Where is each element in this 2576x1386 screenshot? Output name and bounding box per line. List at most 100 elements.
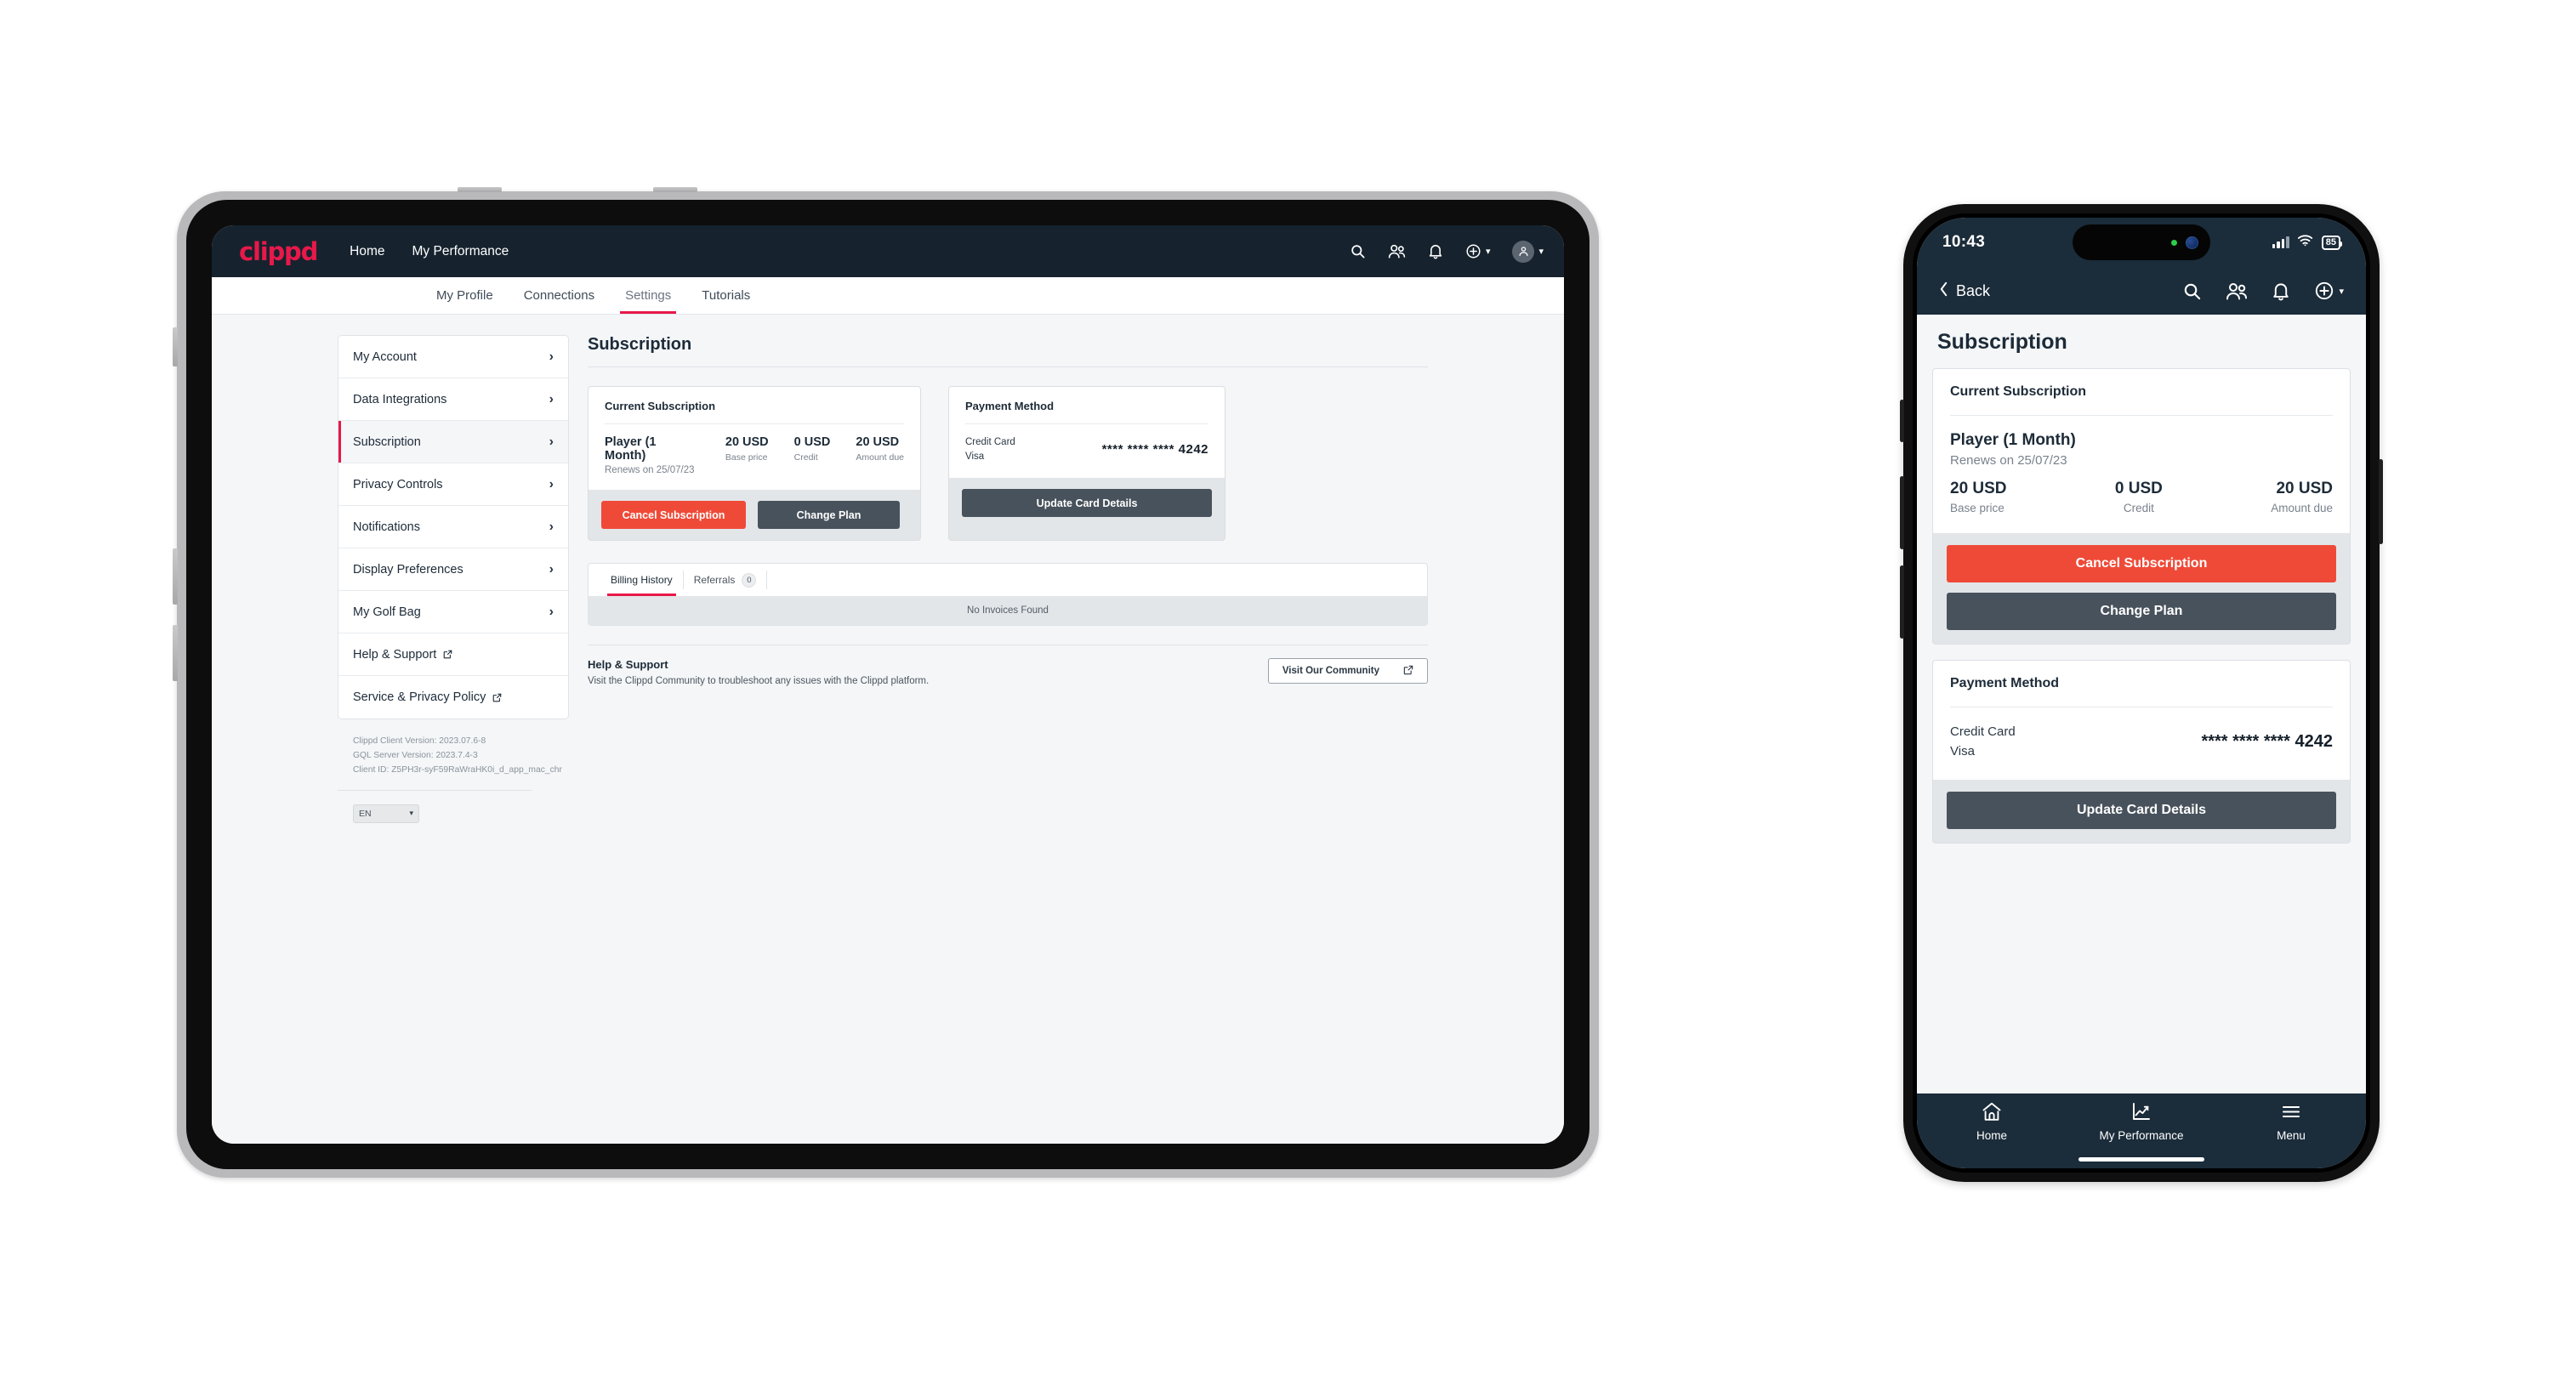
settings-sidebar: My Account › Data Integrations › Subscri…	[212, 335, 569, 1144]
tab-label: Menu	[2277, 1129, 2306, 1142]
visit-community-label: Visit Our Community	[1282, 666, 1379, 676]
plus-circle-icon[interactable]: ▾	[2314, 281, 2344, 301]
page-title-divider	[588, 366, 1428, 367]
sidebar-item-help-support[interactable]: Help & Support	[338, 633, 568, 676]
sidebar-item-data-integrations[interactable]: Data Integrations ›	[338, 378, 568, 421]
update-card-details-button[interactable]: Update Card Details	[962, 489, 1212, 518]
chevron-right-icon: ›	[549, 561, 554, 577]
update-card-details-button[interactable]: Update Card Details	[1947, 792, 2336, 829]
nav-item-home[interactable]: Home	[350, 244, 384, 259]
chevron-right-icon: ›	[549, 519, 554, 534]
payment-method-card: Payment Method Credit Card Visa **** ***…	[948, 386, 1225, 541]
search-icon[interactable]	[2182, 281, 2202, 301]
tab-referrals[interactable]: Referrals 0	[684, 564, 767, 596]
payment-brand: Visa	[965, 451, 985, 462]
back-button[interactable]: Back	[1939, 281, 1990, 301]
payment-kind: Credit Card Visa	[1950, 723, 2016, 761]
tab-billing-history[interactable]: Billing History	[600, 564, 683, 596]
card-number-masked: **** **** **** 4242	[2201, 732, 2333, 751]
tablet-top-button-1[interactable]	[458, 187, 502, 192]
sidebar-item-label: Privacy Controls	[353, 477, 443, 491]
cancel-subscription-button[interactable]: Cancel Subscription	[601, 501, 746, 529]
front-camera-icon	[2186, 236, 2198, 249]
sidebar-item-display-preferences[interactable]: Display Preferences ›	[338, 548, 568, 591]
sidebar-item-service-privacy-policy[interactable]: Service & Privacy Policy	[338, 676, 568, 719]
cancel-subscription-button[interactable]: Cancel Subscription	[1947, 545, 2336, 582]
screenshot-stage: clippd Home My Performance ▾ ▾ My Profil…	[0, 0, 2576, 1386]
chart-icon	[2130, 1101, 2152, 1125]
sidebar-item-my-golf-bag[interactable]: My Golf Bag ›	[338, 591, 568, 633]
tablet-side-button-1[interactable]	[173, 327, 178, 366]
avatar-icon	[1512, 240, 1535, 263]
current-subscription-body: Current Subscription Player (1 Month) Re…	[589, 387, 920, 490]
tablet-top-button-2[interactable]	[653, 187, 697, 192]
sidebar-item-subscription[interactable]: Subscription ›	[338, 421, 568, 463]
clippd-logo[interactable]: clippd	[239, 237, 318, 266]
tab-settings[interactable]: Settings	[610, 277, 686, 314]
tablet-bezel: clippd Home My Performance ▾ ▾ My Profil…	[186, 200, 1589, 1169]
metric-value: 20 USD	[2276, 480, 2333, 497]
subscription-summary: Player (1 Month) Renews on 25/07/23 20 U…	[605, 435, 904, 475]
people-icon[interactable]	[2226, 281, 2248, 301]
change-plan-button[interactable]: Change Plan	[758, 501, 900, 529]
tab-my-performance[interactable]: My Performance	[2067, 1101, 2216, 1142]
home-indicator[interactable]	[1917, 1150, 2366, 1168]
bell-icon[interactable]	[1428, 243, 1443, 259]
tablet-volume-down-button[interactable]	[173, 625, 178, 681]
card-number-masked: **** **** **** 4242	[1101, 442, 1208, 457]
metric-label: Credit	[793, 452, 818, 463]
phone-volume-up-button[interactable]	[1900, 476, 1904, 549]
tab-tutorials[interactable]: Tutorials	[686, 277, 765, 314]
tab-home[interactable]: Home	[1917, 1101, 2067, 1142]
battery-percent: 85	[2325, 237, 2336, 247]
card-divider	[1950, 415, 2333, 416]
tab-label: Home	[1976, 1129, 2007, 1142]
payment-method-body: Payment Method Credit Card Visa **** ***…	[949, 387, 1225, 479]
people-icon[interactable]	[1388, 243, 1406, 259]
metric-label: Amount due	[2271, 502, 2333, 514]
payment-kind: Credit Card Visa	[965, 435, 1015, 463]
phone-content: Subscription Current Subscription Player…	[1917, 315, 2366, 1093]
tab-connections[interactable]: Connections	[509, 277, 610, 314]
avatar[interactable]: ▾	[1512, 240, 1544, 263]
search-icon[interactable]	[1350, 243, 1366, 259]
tab-my-profile[interactable]: My Profile	[421, 277, 509, 314]
phone-power-button[interactable]	[2379, 459, 2383, 544]
tablet-screen: clippd Home My Performance ▾ ▾ My Profil…	[212, 225, 1564, 1144]
sidebar-item-privacy-controls[interactable]: Privacy Controls ›	[338, 463, 568, 506]
help-support-section: Help & Support Visit the Clippd Communit…	[588, 645, 1428, 686]
bell-icon[interactable]	[2272, 281, 2290, 301]
nav-item-my-performance[interactable]: My Performance	[412, 244, 509, 259]
card-title: Current Subscription	[1950, 384, 2087, 399]
visit-community-button[interactable]: Visit Our Community	[1267, 658, 1428, 684]
tab-menu[interactable]: Menu	[2216, 1101, 2366, 1142]
card-divider	[965, 423, 1208, 424]
change-plan-button[interactable]: Change Plan	[1947, 593, 2336, 630]
chevron-down-icon[interactable]: ▾	[2339, 286, 2344, 297]
sidebar-item-notifications[interactable]: Notifications ›	[338, 506, 568, 548]
current-subscription-card: Current Subscription Player (1 Month) Re…	[588, 386, 921, 541]
metric-credit: 0 USD Credit	[2115, 480, 2163, 514]
tab-label: My Performance	[2099, 1129, 2184, 1142]
help-title: Help & Support	[588, 658, 668, 671]
referrals-count-badge: 0	[742, 572, 757, 588]
chevron-down-icon[interactable]: ▾	[1486, 246, 1491, 257]
phone-tab-bar: Home My Performance Menu	[1917, 1093, 2366, 1150]
subscription-metrics: 20 USD Base price 0 USD Credit 20 USD Am…	[1950, 480, 2333, 514]
tablet-volume-up-button[interactable]	[173, 548, 178, 605]
sidebar-item-my-account[interactable]: My Account ›	[338, 336, 568, 378]
chevron-right-icon: ›	[549, 604, 554, 619]
sidebar-item-label: Subscription	[353, 435, 421, 449]
plus-circle-icon[interactable]: ▾	[1465, 243, 1491, 259]
payment-summary: Credit Card Visa **** **** **** 4242	[965, 435, 1208, 463]
billing-tabs: Billing History Referrals 0	[589, 564, 1427, 596]
phone-status-bar: 10:43 85	[1917, 218, 2366, 267]
camera-active-indicator-icon	[2171, 239, 2177, 246]
chevron-down-icon[interactable]: ▾	[1538, 246, 1544, 257]
plan-name: Player (1 Month)	[1950, 431, 2076, 449]
language-select[interactable]: EN ▾	[353, 804, 419, 823]
phone-mute-switch[interactable]	[1900, 400, 1904, 442]
metric-credit: 0 USD Credit	[794, 435, 831, 463]
battery-indicator: 85	[2321, 235, 2343, 250]
phone-volume-down-button[interactable]	[1900, 565, 1904, 639]
